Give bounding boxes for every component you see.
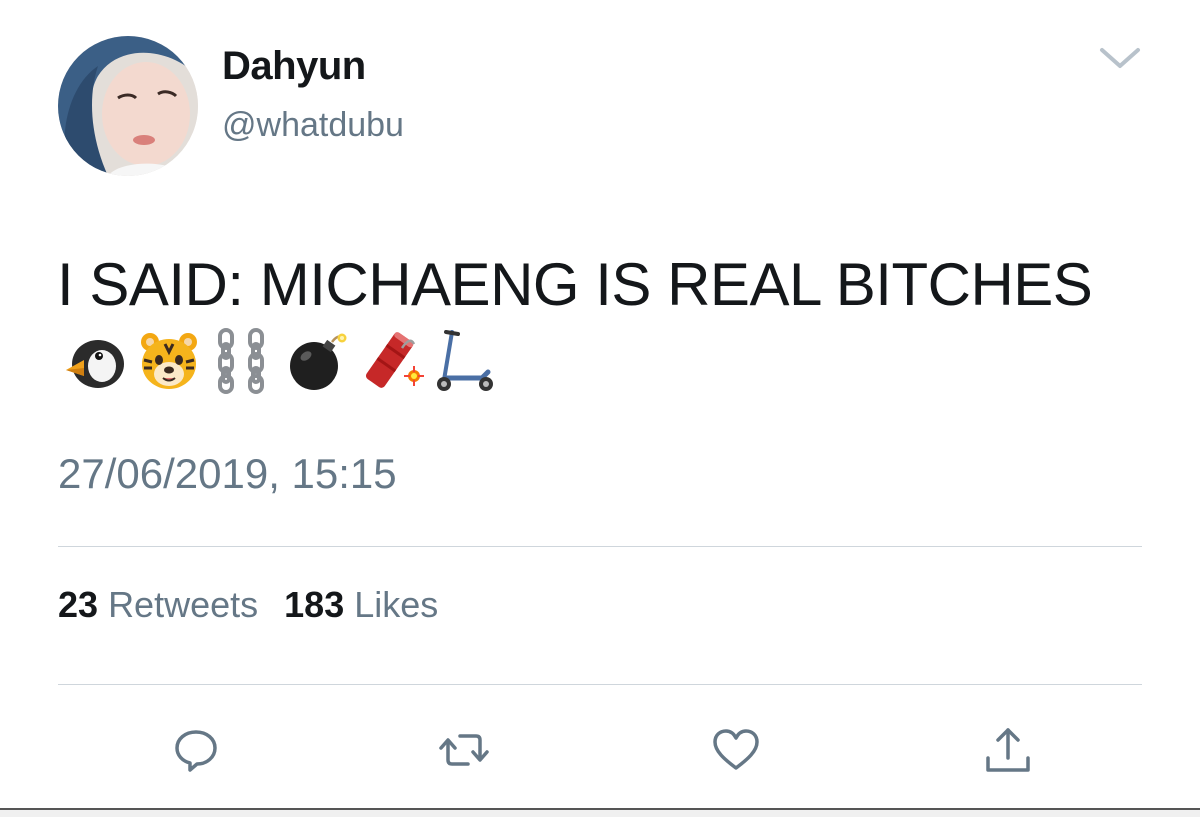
likes-label: Likes (354, 584, 439, 625)
like-button[interactable] (710, 724, 762, 776)
tweet-emoji-row (62, 326, 498, 396)
chains-icon (218, 328, 264, 394)
retweets-label: Retweets (108, 584, 259, 625)
penguin-icon (66, 340, 124, 388)
reply-icon (175, 730, 217, 772)
avatar-photo (58, 36, 198, 176)
tweet-timestamp[interactable]: 27/06/2019, 15:15 (58, 450, 397, 498)
retweet-icon (439, 734, 489, 766)
retweets-count: 23 (58, 584, 99, 625)
firecracker-icon (365, 332, 424, 388)
bottom-edge (0, 808, 1200, 817)
retweets-stat[interactable]: 23 Retweets (58, 584, 268, 625)
tweet-text: I SAID: MICHAENG IS REAL BITCHES (57, 251, 1093, 318)
likes-count: 183 (284, 584, 345, 625)
author-display-name[interactable]: Dahyun (222, 44, 366, 89)
divider (58, 684, 1142, 685)
like-icon (713, 729, 759, 770)
likes-stat[interactable]: 183 Likes (284, 584, 438, 625)
bomb-icon (290, 333, 347, 390)
retweet-button[interactable] (438, 724, 490, 776)
reply-button[interactable] (170, 724, 222, 776)
tweet-card: Dahyun @whatdubu I SAID: MICHAENG IS REA… (0, 0, 1200, 817)
share-icon (986, 728, 1030, 772)
divider (58, 546, 1142, 547)
tweet-stats: 23 Retweets 183 Likes (58, 584, 454, 626)
kick-scooter-icon (437, 330, 493, 391)
author-handle[interactable]: @whatdubu (222, 106, 404, 145)
tiger-face-icon (141, 333, 197, 389)
chevron-down-icon[interactable] (1096, 40, 1144, 76)
avatar[interactable] (58, 36, 198, 176)
share-button[interactable] (982, 724, 1034, 776)
